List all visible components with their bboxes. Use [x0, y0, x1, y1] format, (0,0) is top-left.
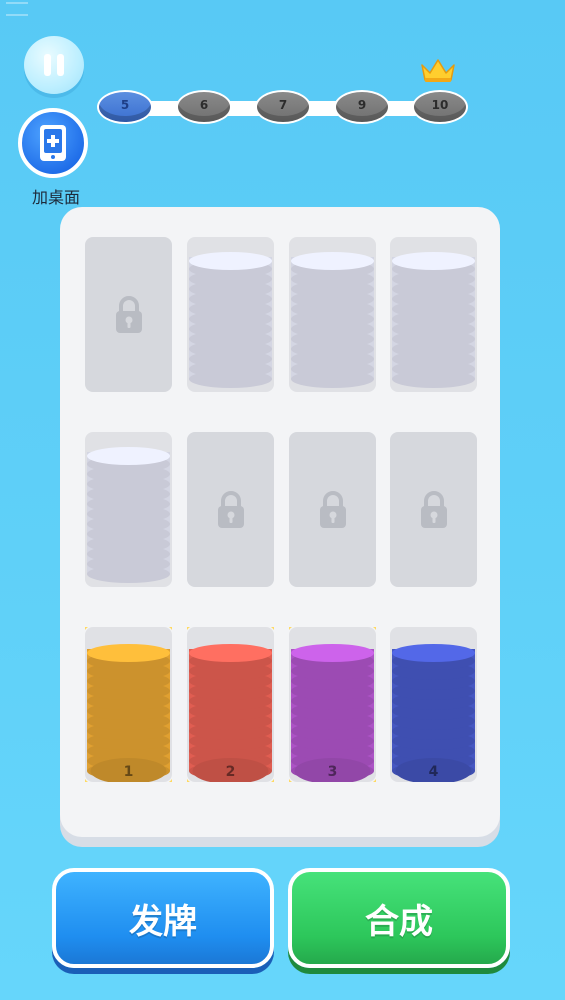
level-number: 6 — [199, 98, 209, 112]
chip-stack: 4 — [392, 644, 475, 782]
level-number: 10 — [431, 98, 449, 112]
chip-top — [392, 252, 475, 270]
chip-stack-slot[interactable]: 2 — [187, 627, 274, 782]
chip-top — [392, 644, 475, 662]
level-number: 9 — [357, 98, 367, 112]
phone-plus-icon — [40, 125, 66, 161]
chip-stack: 3 — [289, 627, 376, 782]
chip-stack — [87, 447, 170, 583]
chip-stack — [189, 252, 272, 388]
level-number: 5 — [120, 98, 130, 112]
stack-number: 1 — [124, 764, 134, 780]
chip-top — [87, 447, 170, 465]
chip-top — [291, 644, 374, 662]
chip-stack-slot[interactable] — [390, 237, 477, 392]
lock-icon — [420, 490, 447, 528]
level-node: 6 — [176, 90, 232, 126]
locked-slot[interactable] — [187, 432, 274, 587]
chip-stack — [392, 252, 475, 388]
stack-number: 4 — [429, 764, 439, 780]
level-node: 7 — [255, 90, 311, 126]
chip-stack-slot[interactable]: 3 — [289, 627, 376, 782]
merge-button[interactable]: 合成 — [288, 868, 510, 968]
level-number: 7 — [278, 98, 288, 112]
lock-icon — [115, 295, 142, 333]
chip-top — [291, 252, 374, 270]
locked-slot[interactable] — [390, 432, 477, 587]
status-mark — [6, 2, 28, 16]
level-node-current: 5 — [97, 90, 153, 126]
chip-top — [189, 644, 272, 662]
chip-stack-slot[interactable] — [187, 237, 274, 392]
chip-top — [189, 252, 272, 270]
chip-stack: 2 — [187, 627, 274, 782]
game-board: 1 2 3 4 — [60, 207, 500, 837]
chip-stack: 1 — [85, 627, 172, 782]
level-node: 10 — [412, 90, 468, 126]
level-node: 9 — [334, 90, 390, 126]
stack-number: 2 — [226, 764, 236, 780]
pause-icon — [44, 54, 51, 76]
pause-button[interactable] — [24, 36, 84, 94]
add-to-desktop-label: 加桌面 — [31, 188, 80, 207]
deal-button[interactable]: 发牌 — [52, 868, 274, 968]
locked-slot[interactable] — [289, 432, 376, 587]
chip-stack-slot[interactable]: 4 — [390, 627, 477, 782]
stack-number: 3 — [328, 764, 338, 780]
add-to-desktop-button[interactable] — [18, 108, 88, 178]
chip-stack-slot[interactable] — [85, 432, 172, 587]
chip-top — [87, 644, 170, 662]
locked-slot[interactable] — [85, 237, 172, 392]
crown-icon — [421, 59, 455, 82]
lock-icon — [217, 490, 244, 528]
chip-stack — [291, 252, 374, 388]
lock-icon — [319, 490, 346, 528]
chip-stack-slot[interactable] — [289, 237, 376, 392]
chip-stack-slot[interactable]: 1 — [85, 627, 172, 782]
